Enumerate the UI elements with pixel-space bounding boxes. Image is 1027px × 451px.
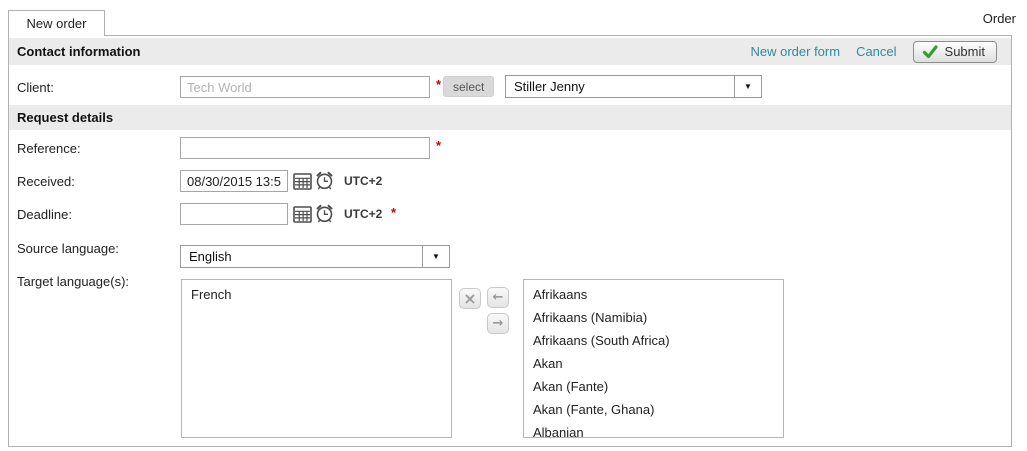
tab-new-order-label: New order [27,16,87,31]
client-select-button[interactable]: select [443,76,494,97]
new-order-page: { "window": { "corner_label": "Order" },… [0,0,1027,451]
request-section-title: Request details [9,110,113,125]
received-input[interactable] [180,170,288,192]
client-label: Client: [17,80,54,95]
order-corner-label: Order [983,11,1016,26]
calendar-icon[interactable] [293,205,312,224]
list-item[interactable]: Akan (Fante) [524,375,783,398]
deadline-label: Deadline: [17,207,72,222]
list-item[interactable]: Afrikaans [524,283,783,306]
contact-section-title: Contact information [9,44,141,59]
request-details-header: Request details [9,105,1011,130]
list-item[interactable]: Albanian [524,421,783,438]
header-actions: New order form Cancel Submit [750,41,1011,63]
move-left-icon[interactable]: ← [487,287,509,308]
calendar-icon[interactable] [293,172,312,191]
target-languages-label: Target language(s): [17,274,129,289]
reference-label: Reference: [17,141,81,156]
list-item[interactable]: Akan (Fante, Ghana) [524,398,783,421]
tab-new-order[interactable]: New order [8,10,105,36]
contact-person-value: Stiller Jenny [514,76,731,97]
check-icon [922,45,938,59]
target-languages-available-listbox[interactable]: AfrikaansAfrikaans (Namibia)Afrikaans (S… [523,279,784,438]
chevron-down-icon[interactable]: ▼ [422,246,449,267]
chevron-down-icon[interactable]: ▼ [734,76,761,97]
deadline-required-marker: * [391,205,396,220]
order-form-panel: Contact information New order form Cance… [8,35,1012,447]
contact-person-dropdown[interactable]: Stiller Jenny ▼ [505,75,762,98]
cancel-link[interactable]: Cancel [856,44,896,59]
submit-button[interactable]: Submit [913,41,997,63]
list-item[interactable]: Afrikaans (Namibia) [524,306,783,329]
client-required-marker: * [436,77,441,92]
list-item[interactable]: Afrikaans (South Africa) [524,329,783,352]
client-input[interactable] [180,76,430,98]
contact-information-header: Contact information New order form Cance… [9,38,1011,65]
list-item[interactable]: Akan [524,352,783,375]
target-languages-selected-listbox[interactable]: French [181,279,452,438]
source-language-value: English [189,246,419,267]
remove-language-button[interactable]: × [459,288,481,309]
submit-button-label: Submit [945,44,985,59]
deadline-timezone: UTC+2 [344,207,382,221]
reference-required-marker: * [436,138,441,153]
clock-icon[interactable] [314,170,335,191]
source-language-label: Source language: [17,241,119,256]
clock-icon[interactable] [314,203,335,224]
source-language-dropdown[interactable]: English ▼ [180,245,450,268]
received-timezone: UTC+2 [344,174,382,188]
received-label: Received: [17,174,75,189]
reference-input[interactable] [180,137,430,159]
new-order-form-link[interactable]: New order form [750,44,840,59]
move-right-icon[interactable]: → [487,313,509,334]
list-item[interactable]: French [182,283,451,306]
deadline-input[interactable] [180,203,288,225]
